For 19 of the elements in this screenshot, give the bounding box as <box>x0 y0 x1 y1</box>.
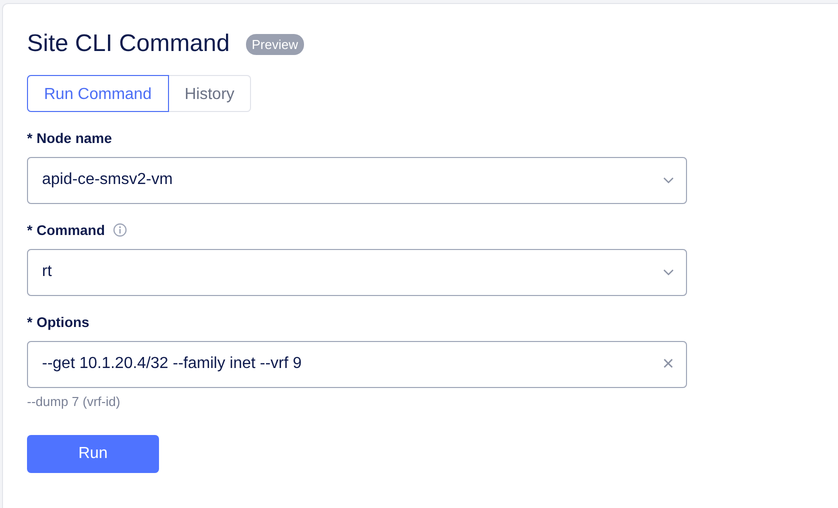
help-text: --dump 7 (vrf-id) <box>27 392 122 411</box>
chevron-down-icon[interactable] <box>663 176 674 184</box>
preview-badge: Preview <box>246 34 304 56</box>
run-button[interactable]: Run <box>27 435 159 474</box>
required-mark: * <box>27 128 32 148</box>
field-label: Node name <box>36 128 112 148</box>
dropdown-field[interactable]: rt <box>27 248 687 296</box>
tab[interactable]: Run Command <box>27 74 169 112</box>
required-mark: * <box>27 312 32 332</box>
page-title: Site CLI Command <box>27 30 230 59</box>
dropdown-field[interactable]: apid-ce-smsv2-vm <box>27 156 687 204</box>
tab[interactable]: History <box>168 74 252 112</box>
field-label: Options <box>36 312 90 332</box>
field-label: Command <box>36 220 105 240</box>
chevron-down-icon[interactable] <box>663 268 674 276</box>
required-mark: * <box>27 220 32 240</box>
clear-icon[interactable]: × <box>662 354 674 374</box>
input-field[interactable]: --get 10.1.20.4/32 --family inet --vrf 9 × <box>27 340 687 388</box>
info-icon[interactable] <box>112 223 127 238</box>
